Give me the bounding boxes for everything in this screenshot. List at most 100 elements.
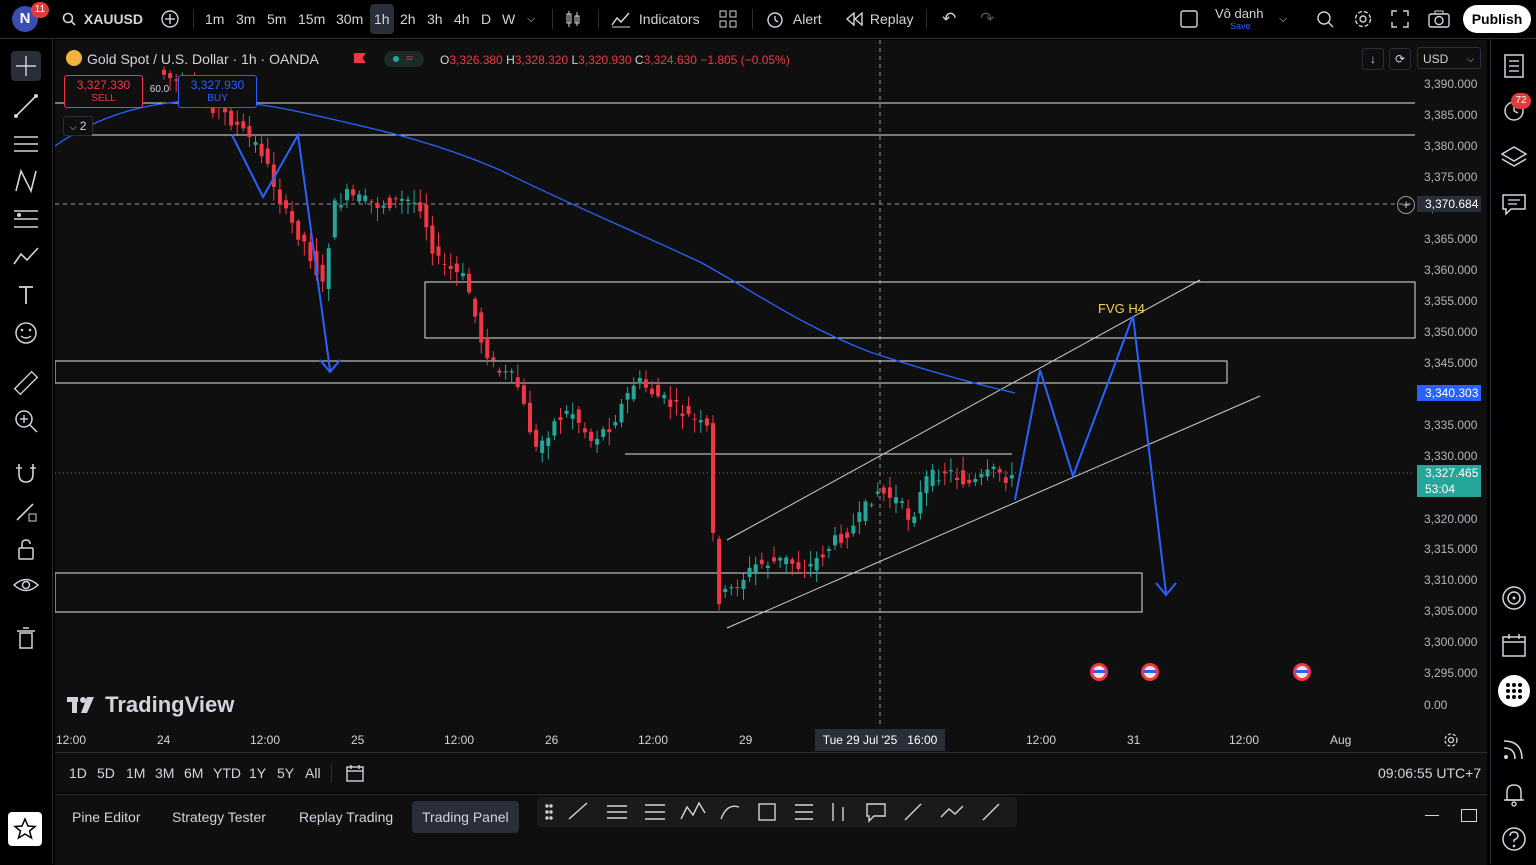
candle-type-button[interactable] [564,0,582,38]
horizontal-lines-icon[interactable] [11,129,41,159]
axis-settings-button[interactable] [1443,732,1459,753]
clock-timezone[interactable]: 09:06:55 UTC+7 [1378,765,1481,781]
layout-chevron-down-icon[interactable]: ⌵ [1279,0,1287,38]
economic-event-flag-icon[interactable] [1141,663,1159,681]
buy-button[interactable]: 3,327.930 BUY [178,75,257,108]
quick-search-button[interactable] [1315,0,1335,38]
drawing-mode-icon[interactable] [11,496,41,526]
redo-button[interactable]: ↷ [980,0,994,38]
compare-button[interactable] [160,0,180,38]
target-icon[interactable] [1499,583,1529,613]
lock-icon[interactable] [11,534,41,564]
fib-icon[interactable] [11,204,41,234]
layers-icon[interactable] [1499,142,1529,172]
settings-button[interactable] [1353,0,1373,38]
interval-1h[interactable]: 1h [370,4,394,34]
interval-3h[interactable]: 3h [427,0,443,38]
range-all[interactable]: All [305,765,321,781]
bell-icon[interactable] [1499,779,1529,809]
crosshair-icon[interactable] [11,51,41,81]
text-icon[interactable] [11,280,41,310]
templates-button[interactable] [719,0,737,38]
trendline-icon[interactable] [11,91,41,121]
interval-w[interactable]: W [502,0,515,38]
interval-30m[interactable]: 30m [336,0,363,38]
range-1d[interactable]: 1D [69,765,87,781]
interval-5m[interactable]: 5m [267,0,286,38]
range-1y[interactable]: 1Y [249,765,266,781]
fvg-zone[interactable] [424,281,1416,339]
indicators-button[interactable]: Indicators [611,0,700,38]
pattern-icon[interactable] [11,242,41,272]
scroll-down-button[interactable]: ↓ [1362,48,1384,70]
range-5d[interactable]: 5D [97,765,115,781]
publish-button[interactable]: Publish [1463,5,1531,33]
interval-15m[interactable]: 15m [298,0,325,38]
interval-3m[interactable]: 3m [236,0,255,38]
rss-icon[interactable] [1499,734,1529,764]
moving-average-line[interactable] [55,100,1016,394]
tradingview-logo[interactable]: TradingView [67,692,234,718]
candle-body [247,126,252,138]
range-3m[interactable]: 3M [155,765,174,781]
reset-scale-button[interactable]: ⟳ [1389,48,1411,70]
range-5y[interactable]: 5Y [277,765,294,781]
tab-strategy-tester[interactable]: Strategy Tester [162,801,276,833]
snapshot-button[interactable] [1428,0,1450,38]
currency-select[interactable]: USD ⌵ [1417,47,1481,69]
alert-button[interactable]: Alert [765,0,822,38]
interval-4h[interactable]: 4h [454,0,470,38]
sell-button[interactable]: 3,327.330 SELL [64,75,143,108]
price-chart[interactable] [55,40,1487,752]
tab-replay-trading[interactable]: Replay Trading [289,801,403,833]
help-icon[interactable] [1499,824,1529,854]
interval-dropdown-chevron-icon[interactable]: ⌵ [527,0,535,38]
undo-button[interactable]: ↶ [942,0,956,38]
projection-arrow-path[interactable] [1014,315,1167,594]
chart-pane[interactable] [55,40,1487,752]
candle-body [345,189,349,201]
chat-icon[interactable] [1499,189,1529,219]
tab-trading-panel[interactable]: Trading Panel [412,801,519,833]
indicators-collapse-button[interactable]: ⌵ 2 [63,116,93,136]
ruler-icon[interactable] [11,368,41,398]
add-alert-plus-icon[interactable]: + [1397,196,1415,214]
tab-pine-editor[interactable]: Pine Editor [62,801,150,833]
candle-body [613,422,618,426]
interval-1m[interactable]: 1m [205,0,224,38]
trash-icon[interactable] [11,623,41,653]
go-to-date-button[interactable] [345,763,365,788]
zoom-in-icon[interactable] [11,406,41,436]
range-ytd[interactable]: YTD [213,765,241,781]
wave-icon: ≈ [406,51,413,65]
emoji-icon[interactable] [11,318,41,348]
economic-event-flag-icon[interactable] [1090,663,1108,681]
maximize-panel-icon[interactable] [1461,809,1477,822]
layout-button[interactable] [1180,0,1198,38]
candle-body [625,393,630,400]
chart-legend-title[interactable]: Gold Spot / U.S. Dollar · 1h · OANDA [87,51,319,67]
range-6m[interactable]: 6M [184,765,203,781]
apps-button[interactable] [1498,675,1530,707]
replay-button[interactable]: Replay [845,0,913,38]
candle-body [393,198,398,200]
channel-lower-line[interactable] [726,395,1261,629]
floating-drawing-toolbar[interactable] [537,797,1017,827]
minimize-panel-icon[interactable] [1425,815,1439,816]
interval-d[interactable]: D [481,0,491,38]
fullscreen-button[interactable] [1391,0,1409,38]
eye-icon[interactable] [11,570,41,600]
pitchfork-icon[interactable] [11,166,41,196]
watchlist-icon[interactable] [1499,51,1529,81]
symbol-search[interactable]: XAUUSD [62,0,143,38]
demand-zone[interactable] [55,572,1143,613]
layout-name[interactable]: Vô danh [1215,6,1263,21]
interval-2h[interactable]: 2h [400,0,416,38]
candle-body [424,204,429,228]
economic-event-flag-icon[interactable] [1293,663,1311,681]
range-1m[interactable]: 1M [126,765,145,781]
favorites-button[interactable] [8,812,42,846]
fvg-annotation-label[interactable]: FVG H4 [1098,301,1145,316]
magnet-icon[interactable] [11,458,41,488]
calendar-icon[interactable] [1499,630,1529,660]
